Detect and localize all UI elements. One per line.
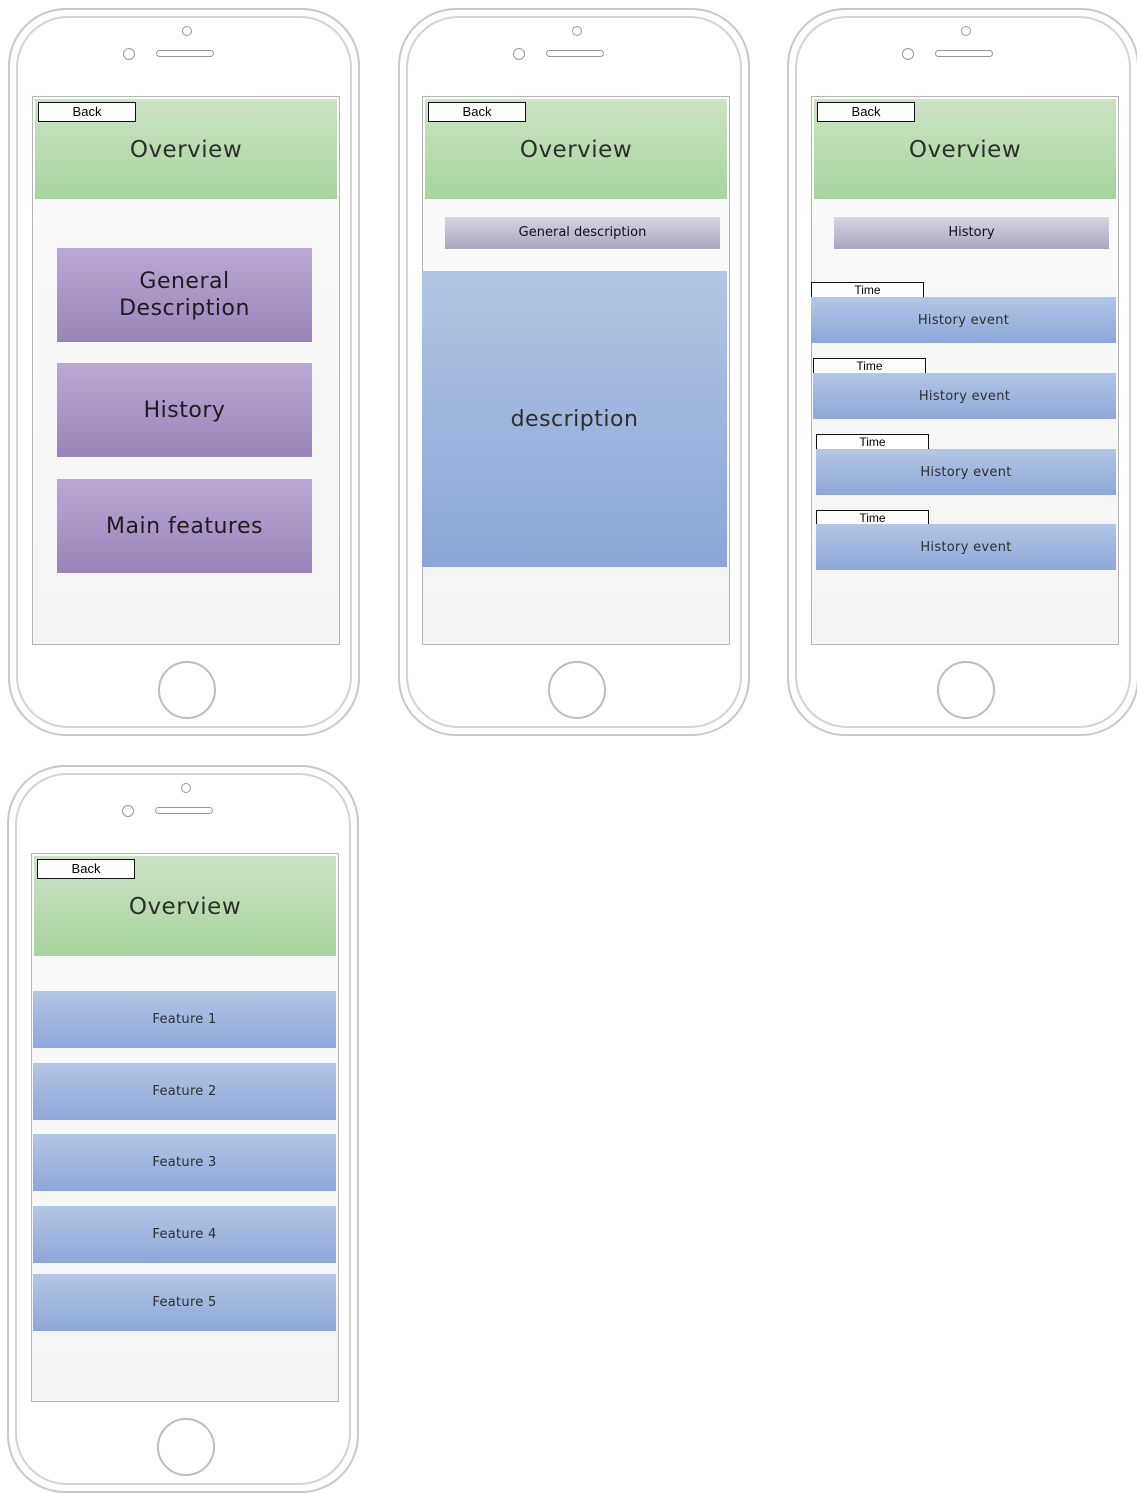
earpiece-speaker-icon [935,50,993,57]
screen-features: Overview Back Feature 1 Feature 2 Featur… [31,853,339,1402]
home-button[interactable] [157,1418,215,1476]
section-label: History [834,217,1109,249]
description-panel: description [422,271,727,567]
page-title: Overview [519,137,633,163]
header-bar: Overview Back [35,99,337,199]
history-event-item[interactable]: History event [816,524,1116,570]
event-time-label: Time [811,282,924,298]
back-button[interactable]: Back [428,102,526,122]
phone-frame-menu: Overview Back General Description Histor… [8,8,360,736]
front-camera-icon [961,26,971,36]
event-time-label: Time [816,434,929,450]
front-camera-icon [181,783,191,793]
earpiece-speaker-icon [156,50,214,57]
home-button[interactable] [937,661,995,719]
main-features-button[interactable]: Main features [57,479,312,573]
section-label: General description [445,217,720,249]
feature-item[interactable]: Feature 4 [33,1206,336,1263]
history-event-item[interactable]: History event [811,297,1116,343]
screen-general: Overview Back General description descri… [422,96,730,645]
phone-frame-history: Overview Back History Time History event… [787,8,1137,736]
home-button[interactable] [158,661,216,719]
proximity-sensor-icon [123,48,135,60]
page-title: Overview [129,137,243,163]
event-time-label: Time [813,358,926,374]
proximity-sensor-icon [513,48,525,60]
phone-frame-general: Overview Back General description descri… [398,8,750,736]
feature-item[interactable]: Feature 1 [33,991,336,1048]
general-description-button[interactable]: General Description [57,248,312,342]
phone-frame-features: Overview Back Feature 1 Feature 2 Featur… [7,765,359,1493]
screen-history: Overview Back History Time History event… [811,96,1119,645]
screen-menu: Overview Back General Description Histor… [32,96,340,645]
history-button[interactable]: History [57,363,312,457]
header-bar: Overview Back [34,856,336,956]
proximity-sensor-icon [902,48,914,60]
back-button[interactable]: Back [38,102,136,122]
earpiece-speaker-icon [546,50,604,57]
header-bar: Overview Back [814,99,1116,199]
back-button[interactable]: Back [37,859,135,879]
page-title: Overview [908,137,1022,163]
feature-item[interactable]: Feature 2 [33,1063,336,1120]
feature-item[interactable]: Feature 5 [33,1274,336,1331]
page-title: Overview [128,894,242,920]
front-camera-icon [182,26,192,36]
front-camera-icon [572,26,582,36]
header-bar: Overview Back [425,99,727,199]
history-event-item[interactable]: History event [813,373,1116,419]
back-button[interactable]: Back [817,102,915,122]
earpiece-speaker-icon [155,807,213,814]
feature-item[interactable]: Feature 3 [33,1134,336,1191]
history-event-item[interactable]: History event [816,449,1116,495]
home-button[interactable] [548,661,606,719]
proximity-sensor-icon [122,805,134,817]
